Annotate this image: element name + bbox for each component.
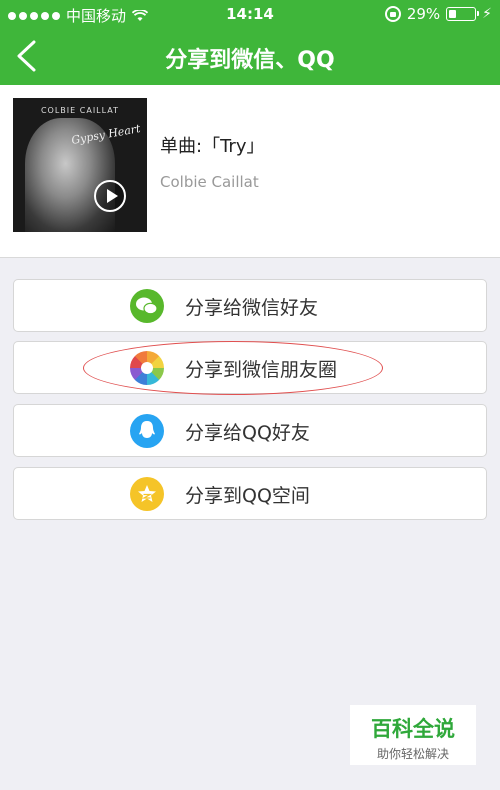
play-icon[interactable] <box>94 180 126 212</box>
wechat-icon <box>130 289 164 323</box>
qq-icon <box>130 414 164 448</box>
charging-icon: ⚡ <box>482 6 492 22</box>
share-option-label: 分享给微信好友 <box>185 297 319 319</box>
qzone-icon <box>130 477 164 511</box>
battery-percent: 29% <box>406 5 441 23</box>
cover-artist-text: COLBIE CAILLAT <box>40 106 120 115</box>
share-wechat-moments-button[interactable]: 分享到微信朋友圈 <box>13 341 487 394</box>
share-option-label: 分享到QQ空间 <box>185 485 310 507</box>
share-wechat-friend-button[interactable]: 分享给微信好友 <box>13 279 487 332</box>
moments-icon <box>130 351 164 385</box>
nav-bar: 分享到微信、QQ <box>0 28 500 85</box>
rotation-lock-icon <box>384 6 401 22</box>
watermark-subtitle: 助你轻松解决 <box>376 747 449 761</box>
song-card: COLBIE CAILLAT Gypsy Heart 单曲:「Try」 Colb… <box>0 85 500 258</box>
watermark-logo: 百科全说 助你轻松解决 <box>350 705 476 765</box>
share-qzone-button[interactable]: 分享到QQ空间 <box>13 467 487 520</box>
share-qq-friend-button[interactable]: 分享给QQ好友 <box>13 404 487 457</box>
share-option-label: 分享给QQ好友 <box>185 422 310 444</box>
page-title: 分享到微信、QQ <box>165 48 335 73</box>
song-artist: Colbie Caillat <box>160 173 259 191</box>
watermark-title: 百科全说 <box>371 717 455 741</box>
share-option-label: 分享到微信朋友圈 <box>185 359 338 381</box>
album-cover[interactable]: COLBIE CAILLAT Gypsy Heart <box>13 98 147 232</box>
status-bar: 中国移动 14:14 29% ⚡ <box>0 0 500 28</box>
song-title: 单曲:「Try」 <box>160 136 265 157</box>
battery-icon <box>446 7 480 21</box>
